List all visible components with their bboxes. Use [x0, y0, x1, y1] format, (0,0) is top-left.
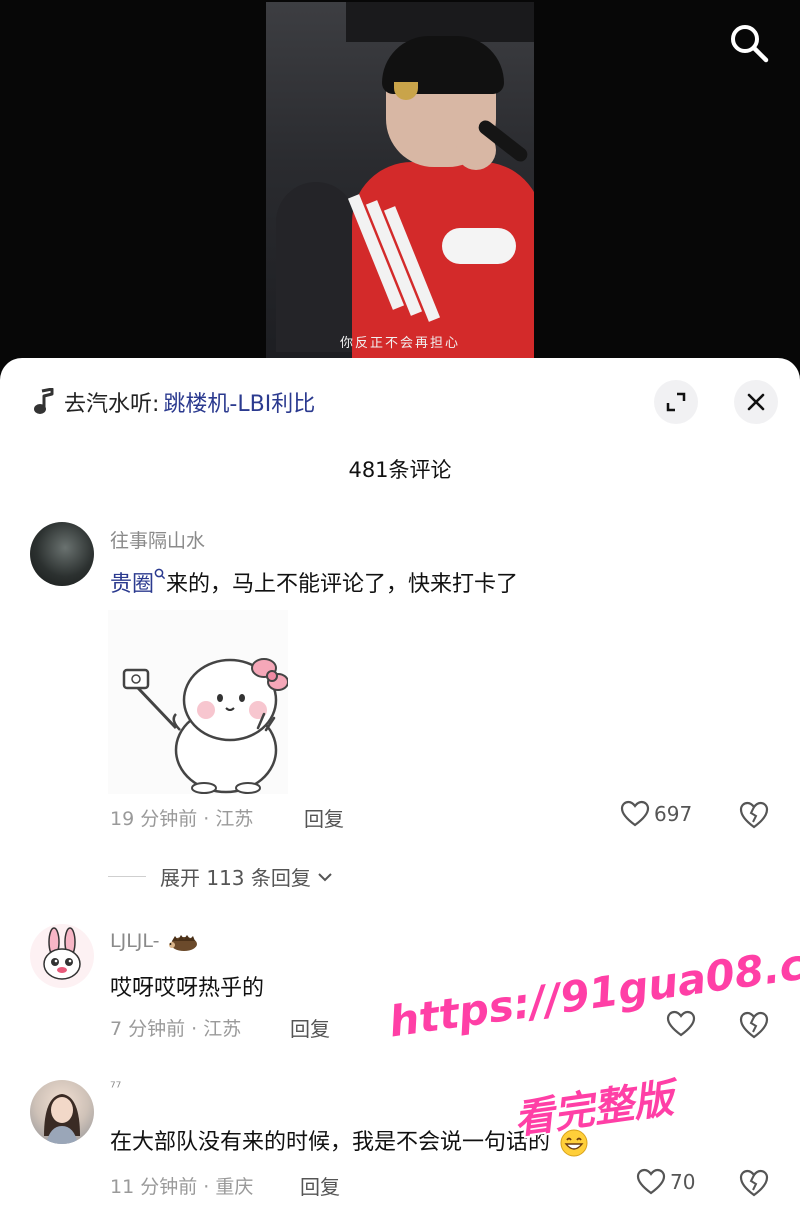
- reply-button[interactable]: 回复: [290, 1013, 330, 1042]
- music-link-row[interactable]: 去汽水听: 跳楼机-LBI利比: [32, 384, 315, 420]
- watermark-label: 看完整版: [511, 1075, 677, 1144]
- avatar[interactable]: [30, 1080, 94, 1144]
- comment-body: 在大部队没有来的时候，我是不会说一句话的: [110, 1130, 551, 1155]
- chevron-down-icon: [318, 872, 332, 881]
- expand-icon: [666, 392, 686, 412]
- hedgehog-emoji-icon: [168, 934, 197, 951]
- broken-heart-icon: [739, 1011, 769, 1039]
- selfie-bear-sticker: [122, 658, 289, 794]
- music-prefix: 去汽水听:: [64, 392, 160, 417]
- bunny-avatar-icon: [43, 927, 81, 980]
- reply-button[interactable]: 回复: [300, 1171, 340, 1200]
- comment-username[interactable]: ⁷⁷: [110, 1080, 121, 1096]
- expand-sheet-button[interactable]: [654, 380, 698, 424]
- video-frame[interactable]: 你反正不会再担心: [266, 2, 534, 360]
- avatar[interactable]: [30, 924, 94, 988]
- like-button[interactable]: [666, 1010, 696, 1038]
- like-button[interactable]: 70: [636, 1168, 695, 1196]
- comment-time: 11 分钟前 · 重庆: [110, 1176, 254, 1198]
- avatar[interactable]: [30, 522, 94, 586]
- search-button[interactable]: [724, 18, 774, 68]
- close-sheet-button[interactable]: [734, 380, 778, 424]
- girl-avatar-icon: [44, 1094, 80, 1144]
- dislike-button[interactable]: [738, 1010, 772, 1042]
- like-button[interactable]: 697: [620, 800, 692, 828]
- broken-heart-icon: [739, 801, 769, 829]
- video-subtitle: 你反正不会再担心: [339, 336, 460, 351]
- divider-line: [108, 876, 146, 877]
- heart-icon: [636, 1168, 666, 1195]
- music-note-icon: [34, 388, 54, 414]
- like-count: 697: [654, 802, 693, 826]
- comment-body: 来的，马上不能评论了，快来打卡了: [166, 572, 519, 597]
- heart-icon: [620, 800, 650, 827]
- comment-sheet: 去汽水听: 跳楼机-LBI利比 481条评论 往事隔山水 贵圈 来的，马上不能评论…: [0, 358, 800, 1215]
- sticker-image[interactable]: [108, 610, 289, 794]
- comment-text: 哎呀哎呀热乎的: [110, 976, 265, 1001]
- dislike-button[interactable]: [738, 800, 772, 832]
- like-count: 70: [670, 1170, 696, 1194]
- comment-text: 贵圈 来的，马上不能评论了，快来打卡了: [110, 566, 518, 598]
- expand-replies-label: 展开 113 条回复: [160, 866, 311, 890]
- reply-button[interactable]: 回复: [304, 803, 344, 832]
- comment-time: 7 分钟前 · 江苏: [110, 1018, 242, 1040]
- close-icon: [747, 393, 765, 411]
- heart-icon: [666, 1010, 696, 1037]
- comment-time: 19 分钟前 · 江苏: [110, 808, 254, 830]
- comment-username[interactable]: LJLJL-: [110, 930, 200, 952]
- music-title-link[interactable]: 跳楼机-LBI利比: [163, 386, 315, 418]
- comment-username[interactable]: 往事隔山水: [110, 526, 205, 553]
- dislike-button[interactable]: [738, 1168, 772, 1200]
- shirt-logo: [442, 228, 516, 264]
- comment-count-title: 481条评论: [348, 458, 452, 482]
- video-area[interactable]: 你反正不会再担心: [0, 0, 800, 380]
- username-text: LJLJL-: [110, 930, 160, 952]
- expand-replies-button[interactable]: 展开 113 条回复: [108, 862, 335, 891]
- background-shadow: [276, 182, 356, 352]
- topic-link[interactable]: 贵圈: [110, 572, 154, 597]
- search-icon: [731, 25, 769, 63]
- search-small-icon: [154, 568, 166, 580]
- broken-heart-icon: [739, 1169, 769, 1197]
